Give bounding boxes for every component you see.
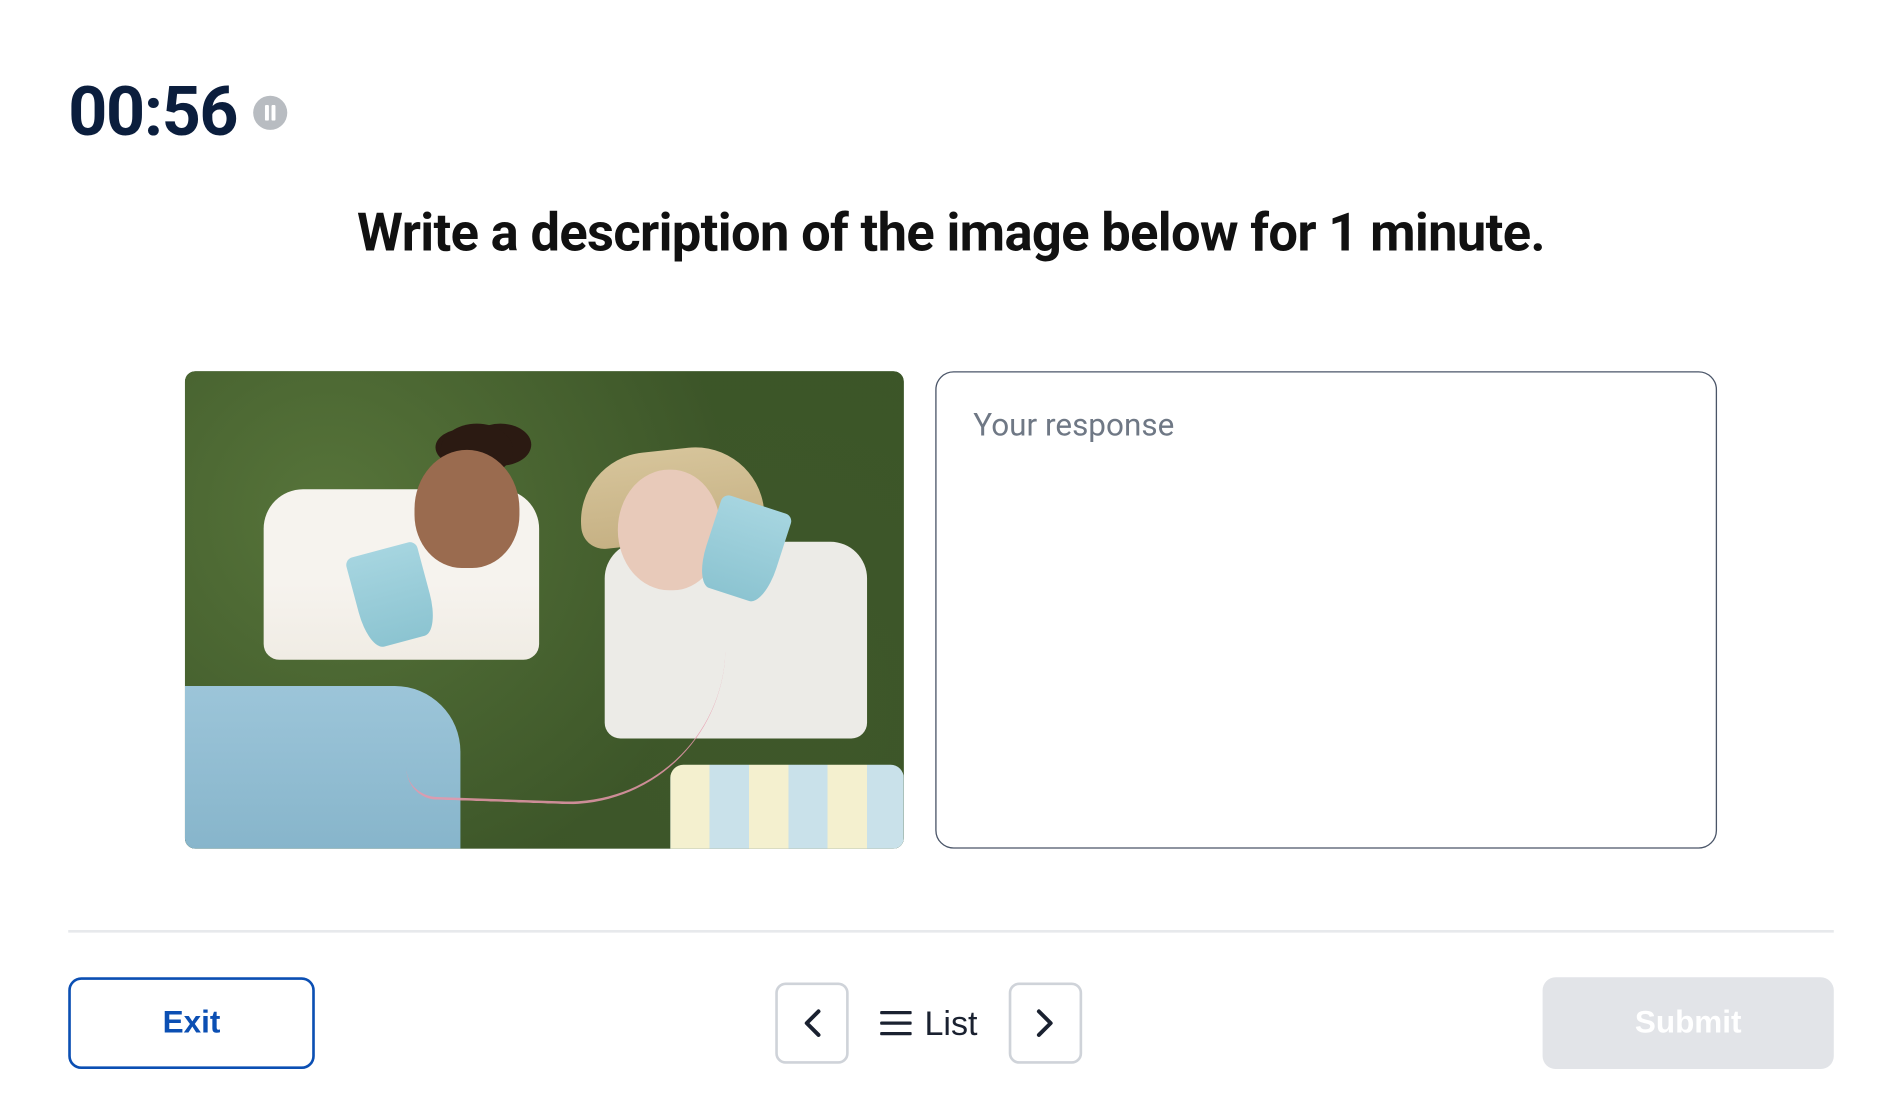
list-icon [880,1010,911,1036]
next-button[interactable] [1009,982,1082,1063]
exit-button[interactable]: Exit [68,977,315,1069]
chevron-left-icon [802,1009,820,1038]
chevron-right-icon [1037,1009,1055,1038]
response-card [935,371,1717,848]
pause-icon[interactable] [253,95,287,129]
submit-button[interactable]: Submit [1543,977,1834,1069]
response-input[interactable] [973,407,1679,814]
list-button[interactable]: List [875,1003,983,1044]
list-button-label: List [924,1003,977,1044]
timer-display: 00:56 [68,72,237,152]
prompt-image [185,371,904,848]
prev-button[interactable] [775,982,848,1063]
prompt-text: Write a description of the image below f… [0,202,1902,264]
